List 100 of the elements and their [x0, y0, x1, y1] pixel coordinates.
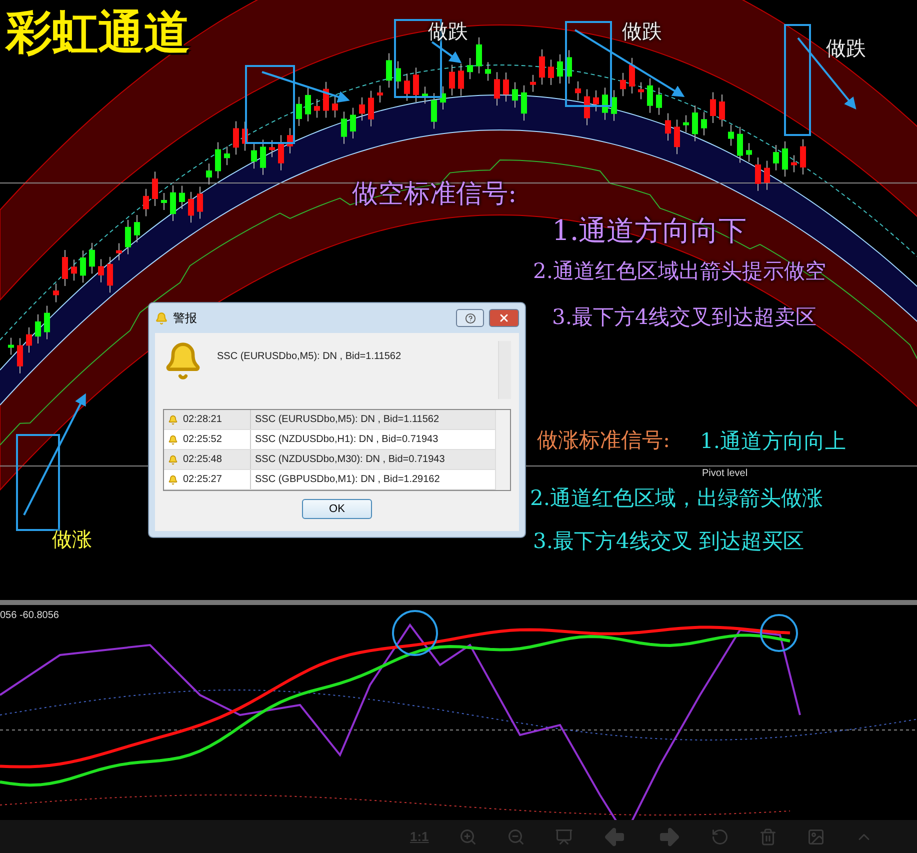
- circle-marker: [392, 610, 438, 656]
- alert-text: SSC (NZDUSDbo,M30): DN , Bid=0.71943: [254, 454, 445, 465]
- candlestick: [764, 160, 770, 190]
- indicator-value: 056 -60.8056: [0, 610, 59, 621]
- candlestick: [404, 73, 410, 102]
- help-icon: [464, 312, 476, 324]
- long-signal-heading: 做涨标准信号:: [537, 427, 670, 454]
- bell-icon: [168, 414, 178, 424]
- candlestick: [602, 87, 608, 120]
- presentation-icon[interactable]: [554, 828, 573, 846]
- candlestick: [260, 139, 266, 176]
- candlestick: [8, 337, 14, 356]
- alert-text: SSC (NZDUSDbo,H1): DN , Bid=0.71943: [254, 434, 438, 445]
- alert-text: SSC (GBPUSDbo,M1): DN , Bid=1.29162: [254, 474, 440, 485]
- candlestick: [359, 96, 365, 122]
- candlestick: [746, 142, 752, 162]
- candlestick: [287, 128, 293, 154]
- candlestick: [350, 107, 356, 139]
- candlestick: [692, 105, 698, 142]
- alert-text: SSC (EURUSDbo,M5): DN , Bid=1.11562: [254, 414, 440, 425]
- bell-icon: [168, 454, 178, 464]
- candlestick: [557, 54, 563, 84]
- candlestick: [152, 171, 158, 206]
- candlestick: [395, 60, 401, 89]
- image-icon[interactable]: [806, 828, 825, 846]
- candlestick: [62, 250, 68, 286]
- close-button[interactable]: [489, 309, 519, 327]
- candlestick: [620, 72, 626, 97]
- candlestick: [755, 156, 761, 192]
- bell-icon: [168, 434, 178, 444]
- candlestick: [35, 314, 41, 344]
- candlestick: [539, 48, 545, 86]
- candlestick: [179, 185, 185, 210]
- candlestick: [728, 124, 734, 146]
- zoom-out-icon[interactable]: [506, 828, 525, 846]
- candlestick: [26, 326, 32, 354]
- candlestick: [701, 112, 707, 136]
- candlestick: [125, 219, 131, 255]
- chart-title: 彩虹通道: [6, 4, 190, 61]
- pivot-label: Pivot level: [702, 468, 748, 479]
- candlestick: [143, 188, 149, 217]
- candlestick: [773, 144, 779, 171]
- candlestick: [548, 59, 554, 86]
- candlestick: [422, 86, 428, 104]
- alert-time: 02:25:52: [183, 434, 222, 445]
- candlestick: [710, 92, 716, 124]
- candlestick: [116, 242, 122, 261]
- candlestick: [566, 50, 572, 84]
- short-signal-rule: 3.最下方4线交叉到达超卖区: [552, 304, 816, 331]
- candlestick: [485, 62, 491, 82]
- candlestick: [332, 96, 338, 118]
- candlestick: [251, 142, 257, 170]
- help-button[interactable]: [456, 309, 484, 327]
- candlestick: [314, 98, 320, 118]
- candlestick: [683, 114, 689, 133]
- candlestick: [224, 146, 230, 166]
- candlestick: [134, 214, 140, 243]
- candlestick: [449, 64, 455, 96]
- candlestick: [197, 186, 203, 220]
- alert-message: SSC (EURUSDbo,M5): DN , Bid=1.11562: [217, 350, 402, 362]
- long-signal-rule: 2.通道红色区域，出绿箭头做涨: [530, 485, 824, 512]
- candlestick: [719, 94, 725, 128]
- bell-icon: [155, 312, 168, 324]
- close-icon: [498, 312, 510, 324]
- candlestick: [665, 112, 671, 142]
- candlestick: [458, 63, 464, 96]
- signal-note: 做跌: [826, 35, 866, 62]
- zoom-in-icon[interactable]: [458, 828, 477, 846]
- alert-time: 02:25:48: [183, 454, 222, 465]
- candlestick: [530, 74, 536, 92]
- candlestick: [503, 72, 509, 102]
- long-signal-rule: 1.通道方向向上: [700, 428, 846, 455]
- candlestick: [674, 119, 680, 155]
- arrow: [431, 41, 462, 64]
- candlestick: [107, 256, 113, 294]
- candlestick: [206, 162, 212, 185]
- ok-button[interactable]: OK: [302, 499, 372, 519]
- candlestick: [170, 184, 176, 222]
- candlestick: [521, 84, 527, 122]
- candlestick: [575, 80, 581, 101]
- dialog-title: 警报: [173, 310, 198, 326]
- candlestick: [413, 67, 419, 103]
- circle-marker: [760, 614, 798, 652]
- trash-icon[interactable]: [758, 828, 777, 846]
- candlestick: [647, 78, 653, 114]
- candlestick: [215, 142, 221, 179]
- candlestick: [188, 191, 194, 224]
- candlestick: [341, 111, 347, 144]
- candlestick: [791, 154, 797, 173]
- long-signal-rule: 3.最下方4线交叉 到达超买区: [533, 528, 804, 555]
- scrollbar[interactable]: [495, 410, 510, 490]
- candlestick: [800, 138, 806, 175]
- candlestick: [440, 86, 446, 110]
- candlestick: [638, 82, 644, 100]
- rotate-icon[interactable]: [710, 828, 729, 846]
- signal-note: 做跌: [622, 18, 662, 45]
- candlestick: [242, 121, 248, 152]
- candlestick: [305, 87, 311, 122]
- candlestick: [467, 58, 473, 80]
- candlestick: [296, 96, 302, 127]
